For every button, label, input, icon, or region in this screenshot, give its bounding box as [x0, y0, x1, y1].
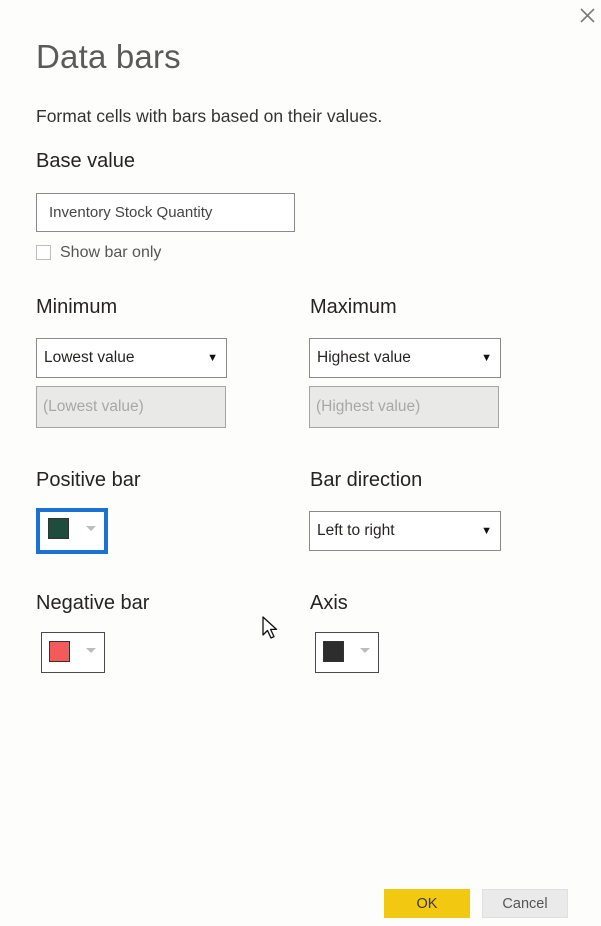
maximum-dropdown[interactable]: Highest value ▼: [309, 338, 501, 378]
minimum-value-field: (Lowest value): [36, 386, 226, 428]
positive-bar-color-picker[interactable]: [36, 508, 108, 554]
axis-label: Axis: [310, 592, 348, 614]
close-icon: [580, 8, 595, 23]
axis-color-swatch: [323, 641, 344, 662]
maximum-label: Maximum: [310, 296, 397, 318]
minimum-dropdown[interactable]: Lowest value ▼: [36, 338, 227, 378]
cancel-button[interactable]: Cancel: [482, 889, 568, 918]
chevron-down-icon: ▼: [481, 525, 492, 537]
negative-bar-color-picker[interactable]: [41, 632, 105, 673]
show-bar-only-checkbox[interactable]: [36, 245, 51, 260]
maximum-value-placeholder: (Highest value): [316, 398, 421, 415]
base-value-text: Inventory Stock Quantity: [49, 204, 213, 221]
chevron-down-icon: [86, 648, 96, 653]
axis-color-picker[interactable]: [315, 632, 379, 673]
mouse-pointer-icon: [261, 615, 281, 643]
positive-bar-color-swatch: [48, 518, 69, 539]
dialog-title: Data bars: [36, 38, 181, 75]
minimum-label: Minimum: [36, 296, 118, 318]
base-value-label: Base value: [36, 150, 135, 172]
close-button[interactable]: [578, 4, 598, 24]
bar-direction-label: Bar direction: [310, 469, 423, 491]
bar-direction-selected: Left to right: [317, 522, 395, 539]
bar-direction-dropdown[interactable]: Left to right ▼: [309, 511, 501, 551]
maximum-selected: Highest value: [317, 349, 411, 366]
minimum-selected: Lowest value: [44, 349, 135, 366]
dialog-description: Format cells with bars based on their va…: [36, 106, 383, 126]
negative-bar-label: Negative bar: [36, 592, 150, 614]
chevron-down-icon: [86, 526, 96, 531]
show-bar-only-label[interactable]: Show bar only: [60, 244, 161, 262]
negative-bar-color-swatch: [49, 641, 70, 662]
chevron-down-icon: [360, 648, 370, 653]
positive-bar-label: Positive bar: [36, 469, 141, 491]
base-value-field[interactable]: Inventory Stock Quantity: [36, 193, 295, 232]
ok-button[interactable]: OK: [384, 889, 470, 918]
chevron-down-icon: ▼: [481, 352, 492, 364]
maximum-value-field: (Highest value): [309, 386, 499, 428]
minimum-value-placeholder: (Lowest value): [43, 398, 144, 415]
chevron-down-icon: ▼: [207, 352, 218, 364]
